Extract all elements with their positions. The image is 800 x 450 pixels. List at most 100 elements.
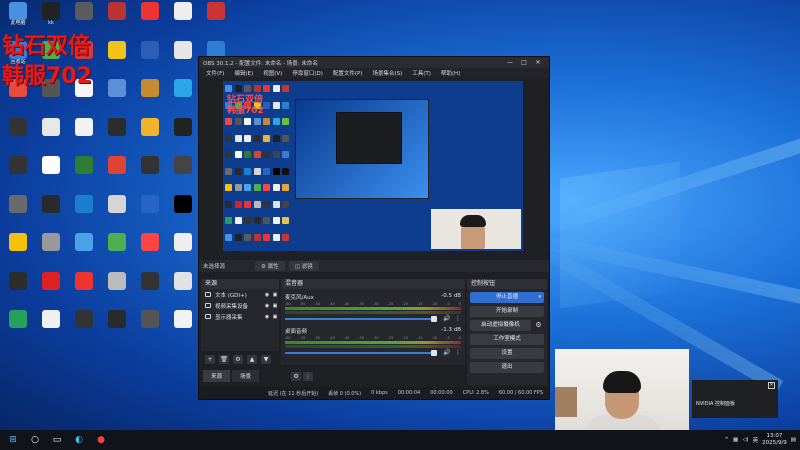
- slider-knob[interactable]: [431, 316, 437, 322]
- stop-stream-button[interactable]: 停止直播 ▾: [470, 292, 544, 303]
- menu-item[interactable]: 帮助(H): [436, 69, 465, 77]
- desktop-icon[interactable]: [35, 271, 67, 310]
- close-icon[interactable]: ✕: [531, 59, 545, 66]
- desktop-icon[interactable]: [35, 194, 67, 233]
- lock-icon[interactable]: ▣: [271, 292, 279, 298]
- desktop-icon[interactable]: [2, 310, 34, 348]
- search-icon[interactable]: ○: [26, 431, 44, 449]
- source-settings-icon[interactable]: ⚙: [233, 354, 243, 364]
- eye-icon[interactable]: ◉: [263, 303, 271, 309]
- desktop-icon[interactable]: [134, 310, 166, 348]
- edge-icon[interactable]: ◐: [70, 431, 88, 449]
- desktop-icon[interactable]: [101, 117, 133, 156]
- desktop-icon[interactable]: [68, 194, 100, 233]
- tab-scenes[interactable]: 场景: [232, 370, 260, 382]
- source-item-display[interactable]: 显示器采集 ◉ ▣: [201, 311, 279, 322]
- desktop-icon[interactable]: [134, 79, 166, 117]
- desktop-icon[interactable]: [35, 310, 67, 348]
- menu-item[interactable]: 编辑(E): [229, 69, 258, 77]
- source-item-camera[interactable]: 视频采集设备 ◉ ▣: [201, 300, 279, 311]
- obs-title-bar[interactable]: OBS 30.1.2 - 配置文件: 未命名 - 场景: 未命名 — □ ✕: [199, 57, 549, 68]
- desktop-icon[interactable]: [101, 233, 133, 271]
- move-up-icon[interactable]: ▲: [247, 354, 257, 364]
- volume-slider[interactable]: 🔊 ⋮: [285, 315, 461, 322]
- desktop-icon[interactable]: [167, 40, 199, 79]
- settings-button[interactable]: 设置: [470, 348, 544, 359]
- maximize-icon[interactable]: □: [517, 59, 531, 66]
- mixer-more-icon[interactable]: ⋮: [303, 371, 314, 381]
- menu-item[interactable]: 工具(T): [407, 69, 436, 77]
- desktop-icon[interactable]: [68, 271, 100, 310]
- speaker-icon[interactable]: 🔊: [443, 349, 450, 356]
- eye-icon[interactable]: ◉: [263, 314, 271, 320]
- input-language[interactable]: 英: [753, 436, 759, 444]
- desktop-icon[interactable]: [68, 233, 100, 271]
- exit-button[interactable]: 退出: [470, 362, 544, 373]
- desktop-icon[interactable]: [2, 233, 34, 271]
- desktop-icon[interactable]: [101, 194, 133, 233]
- task-view-icon[interactable]: ▭: [48, 431, 66, 449]
- mixer-settings-icon[interactable]: ⚙: [291, 371, 302, 381]
- desktop-icon[interactable]: [2, 271, 34, 310]
- lock-icon[interactable]: ▣: [271, 314, 279, 320]
- desktop-icon[interactable]: [134, 156, 166, 194]
- tray-up-icon[interactable]: ^: [724, 437, 729, 443]
- desktop-icon[interactable]: [2, 117, 34, 156]
- desktop-icon[interactable]: [167, 271, 199, 310]
- menu-item[interactable]: 停靠窗口(D): [287, 69, 328, 77]
- filters-button[interactable]: ◫ 滤镜: [288, 261, 319, 271]
- desktop-icon[interactable]: [167, 2, 199, 40]
- more-icon[interactable]: ⋮: [455, 349, 461, 356]
- lock-icon[interactable]: ▣: [271, 303, 279, 309]
- volume-icon[interactable]: ◁): [742, 437, 748, 443]
- desktop-icon[interactable]: [167, 194, 199, 233]
- add-source-button[interactable]: +: [205, 354, 215, 364]
- remove-source-icon[interactable]: 🗑: [219, 354, 229, 364]
- desktop-icon[interactable]: [134, 271, 166, 310]
- desktop-icon[interactable]: [68, 156, 100, 194]
- notification-popup[interactable]: × NVIDIA 控制面板: [692, 380, 778, 418]
- desktop-icon[interactable]: [101, 310, 133, 348]
- start-recording-button[interactable]: 开始录制: [470, 306, 544, 317]
- virtual-camera-button[interactable]: 启动虚拟摄像机: [470, 320, 531, 331]
- volume-slider[interactable]: 🔊 ⋮: [285, 349, 461, 356]
- desktop-icon[interactable]: [2, 156, 34, 194]
- more-icon[interactable]: ⋮: [455, 315, 461, 322]
- desktop-icon[interactable]: [101, 40, 133, 79]
- desktop-icon[interactable]: [101, 79, 133, 117]
- tab-sources[interactable]: 来源: [203, 370, 231, 382]
- minimize-icon[interactable]: —: [503, 59, 517, 66]
- desktop-icon[interactable]: [35, 156, 67, 194]
- desktop-icon[interactable]: [101, 2, 133, 40]
- desktop-icon[interactable]: [167, 156, 199, 194]
- move-down-icon[interactable]: ▼: [261, 354, 271, 364]
- gear-icon[interactable]: ⚙: [533, 320, 544, 331]
- desktop-icon[interactable]: [68, 117, 100, 156]
- obs-taskbar-icon[interactable]: ●: [92, 431, 110, 449]
- network-icon[interactable]: ▦: [733, 437, 738, 443]
- clock[interactable]: 13:07 2025/9/9: [762, 433, 787, 447]
- preview-canvas[interactable]: 钻石双倍 韩服702: [223, 81, 523, 251]
- desktop-icon[interactable]: [2, 194, 34, 233]
- chevron-down-icon[interactable]: ▾: [538, 292, 541, 303]
- close-icon[interactable]: ×: [768, 382, 775, 389]
- desktop-icon[interactable]: [134, 117, 166, 156]
- menu-item[interactable]: 场景集合(S): [367, 69, 407, 77]
- studio-mode-button[interactable]: 工作室模式: [470, 334, 544, 345]
- windows-start-icon[interactable]: ⊞: [4, 431, 22, 449]
- desktop-icon[interactable]: [134, 194, 166, 233]
- menu-item[interactable]: 配置文件(P): [328, 69, 368, 77]
- source-item-text[interactable]: 文本 (GDI+) ◉ ▣: [201, 289, 279, 300]
- menu-item[interactable]: 视图(V): [258, 69, 287, 77]
- desktop-icon[interactable]: [167, 117, 199, 156]
- menu-item[interactable]: 文件(F): [201, 69, 229, 77]
- desktop-icon[interactable]: [167, 79, 199, 117]
- desktop-icon[interactable]: [35, 233, 67, 271]
- desktop-icon[interactable]: [134, 40, 166, 79]
- desktop-icon[interactable]: [167, 310, 199, 348]
- desktop-icon[interactable]: [134, 233, 166, 271]
- notification-center-icon[interactable]: ▤: [791, 437, 796, 443]
- desktop-icon[interactable]: [101, 156, 133, 194]
- desktop-icon[interactable]: [134, 2, 166, 40]
- slider-knob[interactable]: [431, 350, 437, 356]
